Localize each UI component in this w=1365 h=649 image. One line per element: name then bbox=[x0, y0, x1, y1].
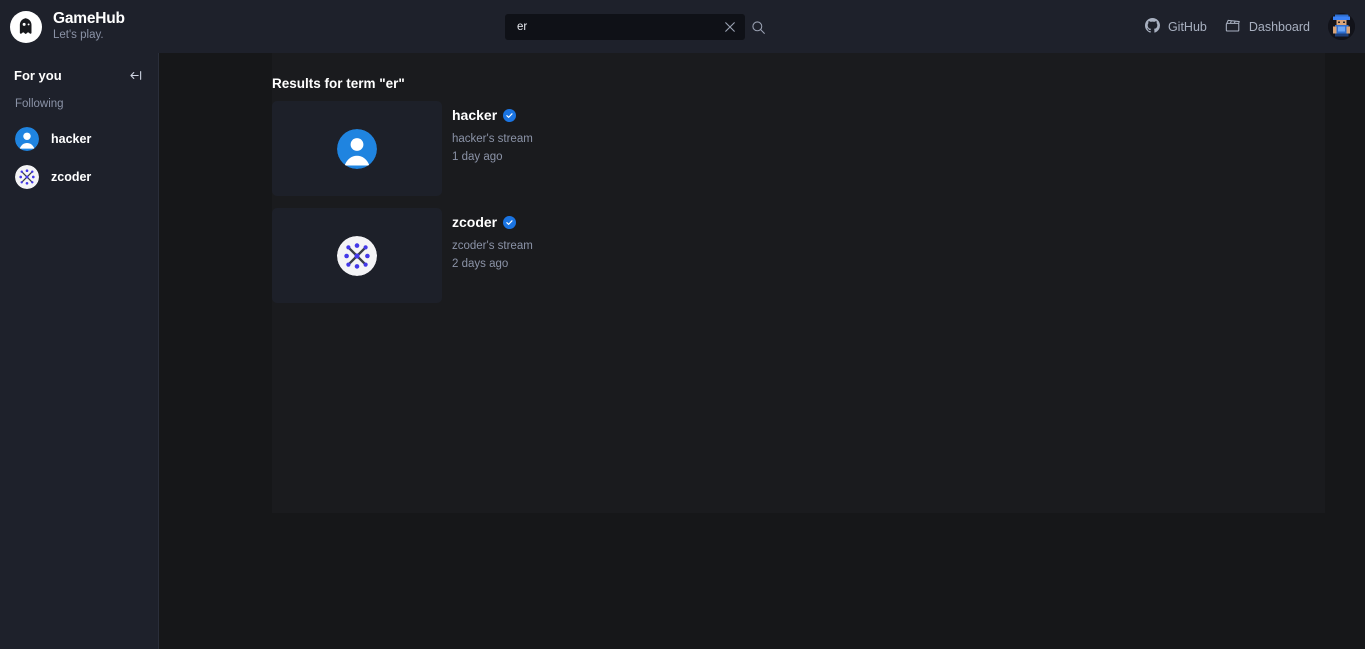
result-timestamp: 1 day ago bbox=[452, 151, 503, 163]
verified-check-icon bbox=[503, 215, 517, 229]
sidebar-section-label: Following bbox=[15, 98, 64, 110]
sidebar-item-label: zcoder bbox=[51, 170, 92, 184]
sidebar: For you Following hacker zcoder bbox=[0, 53, 159, 649]
main-content: Results for term "er" hacker hacker's st… bbox=[159, 53, 1365, 649]
result-name-row: zcoder bbox=[452, 214, 533, 230]
ghost-logo-icon bbox=[10, 10, 42, 43]
brand-tagline: Let's play. bbox=[53, 29, 104, 42]
search-submit-button[interactable] bbox=[748, 17, 768, 37]
molecule-avatar-white bbox=[15, 165, 39, 189]
results-heading: Results for term "er" bbox=[272, 76, 405, 91]
brand-logo-area[interactable]: GameHub Let's play. bbox=[0, 10, 260, 43]
person-avatar-blue bbox=[15, 127, 39, 151]
collapse-sidebar-icon bbox=[130, 70, 142, 80]
user-avatar-pixel-art[interactable] bbox=[1328, 13, 1355, 40]
close-icon bbox=[725, 22, 735, 32]
app-header: GameHub Let's play. GitHub bbox=[0, 0, 1365, 53]
result-subtitle: zcoder's stream bbox=[452, 240, 533, 252]
molecule-avatar-white bbox=[337, 235, 377, 276]
sidebar-item-zcoder[interactable]: zcoder bbox=[0, 158, 158, 196]
search-results-list: hacker hacker's stream 1 day ago zcoder … bbox=[272, 101, 533, 315]
result-subtitle: hacker's stream bbox=[452, 133, 533, 145]
dashboard-link[interactable]: Dashboard bbox=[1225, 18, 1310, 36]
stream-thumbnail[interactable] bbox=[272, 101, 442, 196]
sidebar-following-list: hacker zcoder bbox=[0, 120, 158, 196]
github-link[interactable]: GitHub bbox=[1144, 17, 1207, 36]
collapse-sidebar-button[interactable] bbox=[127, 66, 145, 84]
dashboard-link-label: Dashboard bbox=[1248, 19, 1310, 34]
result-username: hacker bbox=[452, 107, 498, 123]
search-clear-button[interactable] bbox=[718, 15, 742, 39]
verified-check-icon bbox=[503, 108, 517, 122]
github-link-label: GitHub bbox=[1167, 19, 1207, 34]
result-name-row: hacker bbox=[452, 107, 533, 123]
result-details: hacker hacker's stream 1 day ago bbox=[442, 101, 533, 196]
person-avatar-blue bbox=[337, 128, 377, 169]
search-icon bbox=[751, 20, 765, 34]
sidebar-item-hacker[interactable]: hacker bbox=[0, 120, 158, 158]
search-result-item[interactable]: zcoder zcoder's stream 2 days ago bbox=[272, 208, 533, 303]
search-result-item[interactable]: hacker hacker's stream 1 day ago bbox=[272, 101, 533, 196]
result-timestamp: 2 days ago bbox=[452, 258, 509, 270]
sidebar-title: For you bbox=[14, 67, 62, 83]
search-bar[interactable] bbox=[505, 14, 745, 40]
result-username: zcoder bbox=[452, 214, 498, 230]
header-actions: GitHub Dashboard bbox=[1144, 0, 1355, 53]
clapperboard-icon bbox=[1225, 18, 1241, 36]
github-icon bbox=[1144, 17, 1160, 36]
stream-thumbnail[interactable] bbox=[272, 208, 442, 303]
sidebar-item-label: hacker bbox=[51, 132, 92, 146]
search-input[interactable] bbox=[505, 14, 718, 40]
result-details: zcoder zcoder's stream 2 days ago bbox=[442, 208, 533, 303]
sidebar-header: For you bbox=[0, 53, 158, 84]
brand-name: GameHub bbox=[53, 10, 125, 28]
